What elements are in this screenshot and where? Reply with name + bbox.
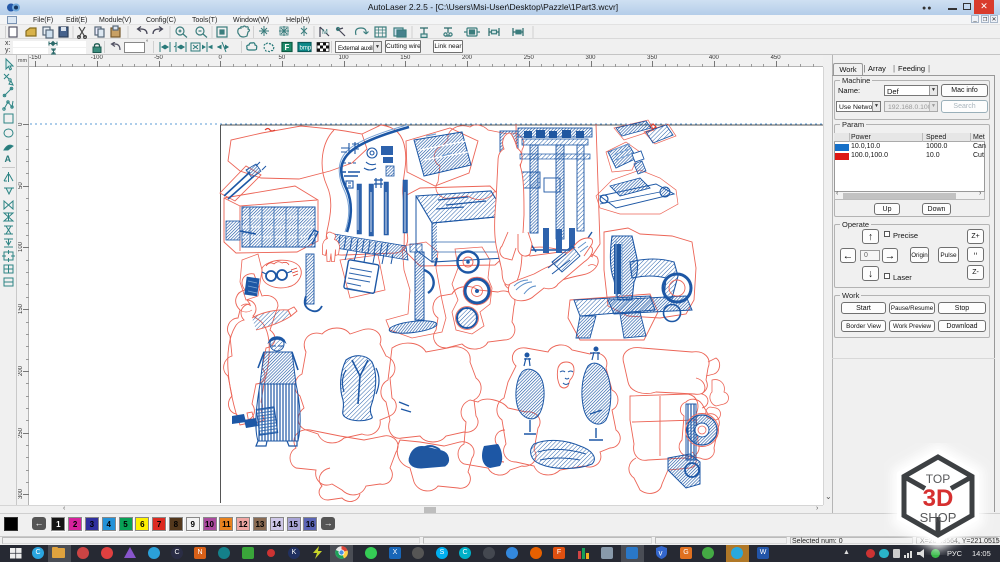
svg-text:TOP: TOP [926, 472, 950, 486]
svg-text:bmp: bmp [300, 46, 312, 52]
svg-text:A: A [5, 154, 12, 164]
svg-text:SHOP: SHOP [920, 510, 957, 525]
svg-text:v: v [659, 549, 663, 558]
svg-text:M: M [322, 29, 328, 36]
svg-text:3D: 3D [923, 485, 954, 512]
svg-text:F: F [285, 43, 290, 52]
